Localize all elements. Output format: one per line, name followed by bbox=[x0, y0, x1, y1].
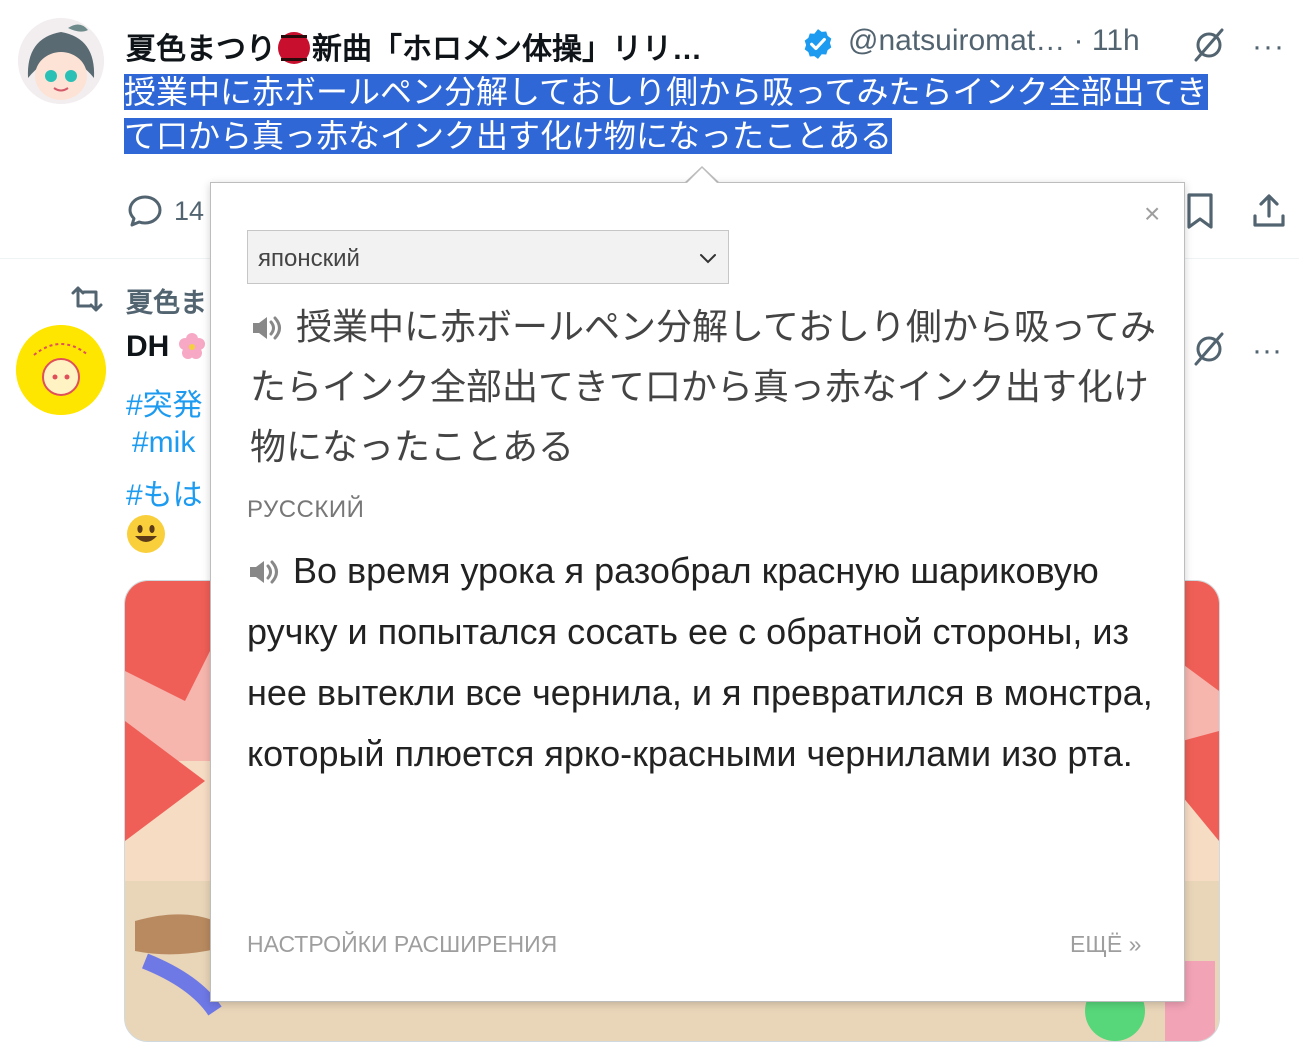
selected-text-line-1: 授業中に赤ボールペン分解しておしり側から吸ってみたらインク全部出てき bbox=[124, 74, 1208, 110]
chevron-down-icon bbox=[700, 254, 716, 264]
source-language-value: японский bbox=[258, 245, 360, 272]
hashtag-link[interactable]: #突発 bbox=[126, 380, 203, 424]
tweet-timestamp: · 11h bbox=[1073, 24, 1140, 57]
display-name: 夏色まつり bbox=[126, 33, 276, 66]
reply-count: 14 bbox=[174, 196, 205, 226]
source-language-select[interactable]: японский bbox=[247, 230, 729, 284]
extension-settings-link[interactable]: НАСТРОЙКИ РАСШИРЕНИЯ bbox=[247, 931, 557, 958]
retweeted-by-label[interactable]: 夏色ま bbox=[126, 281, 207, 320]
bookmark-icon[interactable] bbox=[1183, 192, 1217, 230]
tweet-handle-time[interactable]: @natsuiromat… · 11h bbox=[848, 24, 1140, 58]
tweet-author-name[interactable]: DH bbox=[126, 330, 206, 364]
tweet-text: 授業中に赤ボールペン分解しておしり側から吸ってみたらインク全部出てき て口から真… bbox=[124, 70, 1284, 158]
display-name: DH bbox=[126, 330, 170, 363]
more-options-button[interactable]: ··· bbox=[1252, 334, 1282, 368]
grok-icon[interactable] bbox=[1190, 26, 1228, 64]
translation-text: Во время урока я разобрал красную шарико… bbox=[247, 550, 1153, 774]
popup-pointer-fill bbox=[686, 168, 718, 184]
source-text: 授業中に赤ボールペン分解しておしり側から吸ってみたらインク全部出てきて口から真っ… bbox=[250, 307, 1157, 468]
hashtag-link[interactable]: #mik bbox=[132, 426, 195, 460]
reply-icon[interactable] bbox=[126, 192, 164, 230]
avatar-dh[interactable] bbox=[16, 325, 106, 415]
more-link[interactable]: ЕЩЁ » bbox=[1070, 931, 1141, 958]
more-options-button[interactable]: ··· bbox=[1252, 30, 1285, 64]
display-name-suffix: 新曲「ホロメン体操」リリ… bbox=[312, 33, 702, 66]
speaker-icon[interactable] bbox=[250, 314, 284, 342]
target-language-label: РУССКИЙ bbox=[247, 496, 365, 523]
source-text-block: 授業中に赤ボールペン分解しておしり側から吸ってみたらインク全部出てきて口から真っ… bbox=[250, 298, 1160, 478]
author-handle: @natsuiromat… bbox=[848, 24, 1066, 57]
close-popup-button[interactable]: × bbox=[1144, 198, 1160, 230]
grok-icon[interactable] bbox=[1190, 330, 1228, 368]
avatar-natsuiro-matsuri[interactable] bbox=[18, 18, 104, 104]
lantern-emoji-icon bbox=[278, 32, 310, 64]
share-icon[interactable] bbox=[1250, 192, 1288, 230]
verified-badge-icon bbox=[804, 29, 832, 59]
selected-text-line-2: て口から真っ赤なインク出す化け物になったことある bbox=[124, 118, 893, 154]
retweet-icon bbox=[71, 286, 103, 312]
tweet-author-name[interactable]: 夏色まつり 新曲「ホロメン体操」リリ… bbox=[126, 24, 702, 68]
hashtag-link[interactable]: #もは bbox=[126, 470, 203, 514]
speaker-icon[interactable] bbox=[247, 558, 281, 586]
translation-text-block: Во время урока я разобрал красную шарико… bbox=[247, 540, 1157, 784]
smiley-emoji-icon bbox=[127, 515, 165, 553]
cherry-blossom-icon bbox=[178, 333, 205, 359]
